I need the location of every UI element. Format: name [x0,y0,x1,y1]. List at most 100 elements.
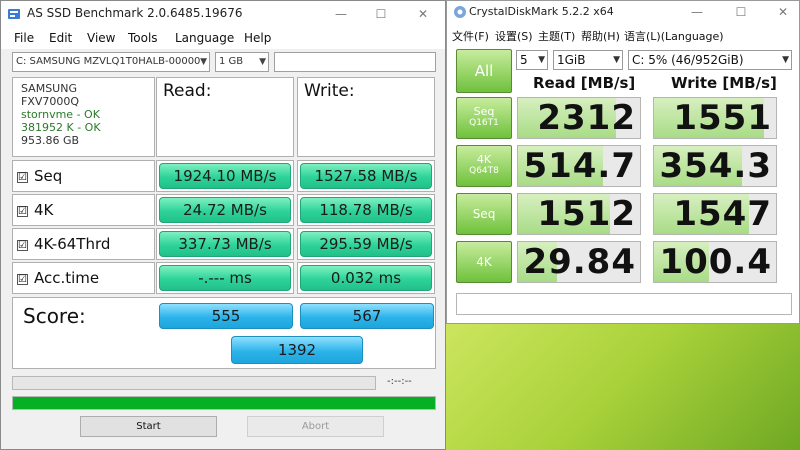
drive-vendor: SAMSUNG [21,82,77,95]
comment-input[interactable] [456,293,792,315]
minimize-icon[interactable]: — [331,4,351,24]
target-drive-select[interactable]: C: 5% (46/952GiB) ▼ [628,50,792,70]
chevron-down-icon: ▼ [259,57,266,67]
cdm-seq-write: 1547 [653,193,777,235]
cdm-seq-q16t1-read: 2312 [517,97,641,139]
cdm-read-header: Read [MB/s] [533,74,636,92]
acctime-write-value: 0.032 ms [300,265,432,291]
test-sub: Q16T1 [469,118,499,128]
test-seq-button[interactable]: Seq [456,193,512,235]
test-name: Seq [472,207,496,221]
close-icon[interactable]: ✕ [413,4,433,24]
test-progress-bar [12,376,376,390]
test-size-select-value: 1GiB [557,53,586,67]
cdm-seq-q16t1-write: 1551 [653,97,777,139]
seq-write-value: 1527.58 MB/s [300,163,432,189]
maximize-icon[interactable]: ☐ [371,4,391,24]
seq-read-cell: 1924.10 MB/s [156,160,294,192]
seq-read-value: 1924.10 MB/s [159,163,291,189]
test-name: 4K [476,153,492,166]
menu-tools[interactable]: Tools [128,31,158,45]
checkbox-4k[interactable]: ☑ [17,206,28,217]
cdm-write-header: Write [MB/s] [671,74,777,92]
write-value: 100.4 [659,242,772,282]
4k64-write-value: 295.59 MB/s [300,231,432,257]
as-ssd-titlebar: AS SSD Benchmark 2.0.6485.19676 — ☐ ✕ [1,1,445,27]
size-select[interactable]: 1 GB ▼ [215,52,269,72]
cdm-4k-read: 29.84 [517,241,641,283]
all-button[interactable]: All [456,49,512,93]
as-ssd-menubar: File Edit View Tools Language Help [1,27,445,49]
cdm-seq-read: 1512 [517,193,641,235]
total-progress-bar [12,396,436,410]
test-4k-q64t8-button[interactable]: 4K Q64T8 [456,145,512,187]
test-seq-q16t1-button[interactable]: Seq Q16T1 [456,97,512,139]
acctime-read-cell: -.--- ms [156,262,294,294]
test-4k-button[interactable]: 4K [456,241,512,283]
row-acctime-label[interactable]: ☑ Acc.time [12,262,155,294]
write-value: 1551 [673,98,772,138]
maximize-icon[interactable]: ☐ [731,2,751,22]
menu-language[interactable]: Language [175,31,234,45]
4k-read-value: 24.72 MB/s [159,197,291,223]
menu-file-cn[interactable]: 文件(F) [452,28,489,44]
drive-info-panel: SAMSUNG FXV7000Q stornvme - OK 381952 K … [12,77,155,157]
checkbox-acctime[interactable]: ☑ [17,274,28,285]
row-4k-label[interactable]: ☑ 4K [12,194,155,226]
as-ssd-title: AS SSD Benchmark 2.0.6485.19676 [27,6,243,20]
acctime-read-value: -.--- ms [159,265,291,291]
close-icon[interactable]: ✕ [773,2,793,22]
driver-status: stornvme - OK [21,108,100,121]
acctime-write-cell: 0.032 ms [297,262,435,294]
cdm-titlebar: CrystalDiskMark 5.2.2 x64 — ☐ ✕ [447,1,799,23]
start-button[interactable]: Start [80,416,217,437]
score-panel: Score: 555 567 1392 [12,297,436,369]
cdm-4k-write: 100.4 [653,241,777,283]
drive-firmware: FXV7000Q [21,95,80,108]
write-value: 1547 [673,194,772,234]
alignment-status: 381952 K - OK [21,121,101,134]
cdm-4k-q64t8-read: 514.7 [517,145,641,187]
search-input[interactable] [274,52,436,72]
menu-settings-cn[interactable]: 设置(S) [495,28,533,44]
cdm-menubar: 文件(F) 设置(S) 主题(T) 帮助(H) 语言(L)(Language) [447,25,799,45]
count-select-value: 5 [520,53,528,67]
read-value: 1512 [537,194,636,234]
write-value: 354.3 [659,146,772,186]
write-header: Write: [297,77,435,157]
seq-write-cell: 1527.58 MB/s [297,160,435,192]
drive-select-value: C: SAMSUNG MZVLQ1T0HALB-00000 [16,56,201,67]
test-name: Seq [473,105,495,118]
drive-capacity: 953.86 GB [21,134,80,147]
chevron-down-icon: ▼ [538,55,545,65]
menu-help[interactable]: Help [244,31,271,45]
row-4k64-label[interactable]: ☑ 4K-64Thrd [12,228,155,260]
menu-theme-cn[interactable]: 主题(T) [538,28,575,44]
abort-button[interactable]: Abort [247,416,384,437]
4k64-write-cell: 295.59 MB/s [297,228,435,260]
as-ssd-window: AS SSD Benchmark 2.0.6485.19676 — ☐ ✕ Fi… [0,0,446,450]
checkbox-4k64[interactable]: ☑ [17,240,28,251]
4k-write-value: 118.78 MB/s [300,197,432,223]
score-total: 1392 [231,336,363,364]
chevron-down-icon: ▼ [200,57,207,67]
menu-view[interactable]: View [87,31,115,45]
cdm-title: CrystalDiskMark 5.2.2 x64 [469,5,614,18]
row-seq-label[interactable]: ☑ Seq [12,160,155,192]
menu-edit[interactable]: Edit [49,31,72,45]
4k64-read-cell: 337.73 MB/s [156,228,294,260]
test-sub: Q64T8 [469,166,499,176]
test-size-select[interactable]: 1GiB ▼ [553,50,623,70]
drive-select[interactable]: C: SAMSUNG MZVLQ1T0HALB-00000 ▼ [12,52,210,72]
4k-read-cell: 24.72 MB/s [156,194,294,226]
count-select[interactable]: 5 ▼ [516,50,548,70]
minimize-icon[interactable]: — [687,2,707,22]
chevron-down-icon: ▼ [613,55,620,65]
checkbox-seq[interactable]: ☑ [17,172,28,183]
menu-file[interactable]: File [14,31,34,45]
read-value: 514.7 [523,146,636,186]
target-drive-select-value: C: 5% (46/952GiB) [632,53,744,67]
size-select-value: 1 GB [219,56,244,67]
menu-help-cn[interactable]: 帮助(H) [581,28,620,44]
menu-language-cn[interactable]: 语言(L)(Language) [624,28,724,44]
